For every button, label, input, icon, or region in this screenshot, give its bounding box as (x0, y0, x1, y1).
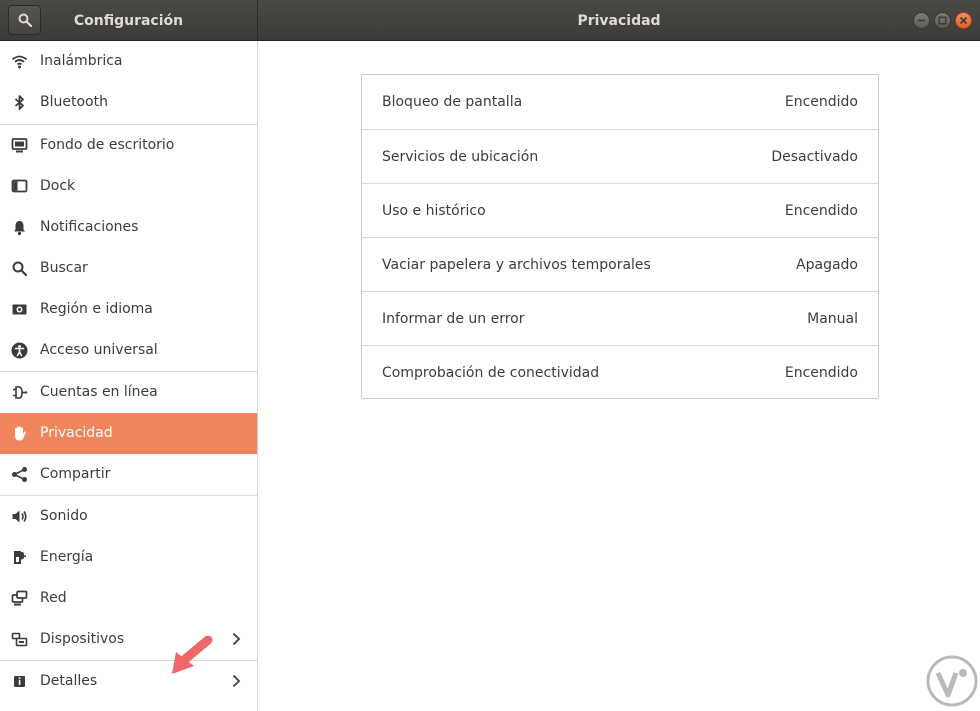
sidebar-item-label: Buscar (40, 260, 88, 276)
privacy-row-problem-reporting[interactable]: Informar de un error Manual (362, 292, 878, 346)
sidebar-item-dock[interactable]: Dock (0, 166, 257, 207)
setting-label: Vaciar papelera y archivos temporales (382, 257, 651, 273)
setting-value: Encendido (784, 203, 858, 219)
setting-value: Encendido (784, 94, 858, 110)
sidebar-item-label: Dispositivos (40, 631, 125, 647)
search-icon (11, 260, 28, 277)
minimize-icon (918, 19, 925, 22)
sidebar-item-label: Privacidad (40, 425, 113, 441)
sidebar-item-sonido[interactable]: Sonido (0, 496, 257, 537)
setting-value: Encendido (784, 365, 858, 381)
wallpaper-icon (11, 137, 28, 154)
privacy-row-location-services[interactable]: Servicios de ubicación Desactivado (362, 130, 878, 184)
setting-value: Desactivado (771, 149, 858, 165)
sidebar-item-label: Red (40, 590, 67, 606)
sidebar-item-detalles[interactable]: Detalles (0, 661, 257, 702)
privacy-row-purge-trash[interactable]: Vaciar papelera y archivos temporales Ap… (362, 238, 878, 292)
online-accounts-icon (11, 384, 28, 401)
setting-label: Informar de un error (382, 311, 525, 327)
panel-title: Privacidad (577, 12, 661, 29)
sidebar-item-label: Bluetooth (40, 94, 108, 110)
sidebar-item-label: Detalles (40, 673, 98, 689)
minimize-button[interactable] (913, 12, 930, 29)
sidebar-item-acceso-universal[interactable]: Acceso universal (0, 330, 257, 371)
sidebar-item-bluetooth[interactable]: Bluetooth (0, 82, 257, 123)
sidebar-item-fondo-de-escritorio[interactable]: Fondo de escritorio (0, 125, 257, 166)
sidebar-item-buscar[interactable]: Buscar (0, 248, 257, 289)
devices-icon (11, 631, 28, 648)
info-icon (11, 673, 28, 690)
setting-label: Servicios de ubicación (382, 149, 539, 165)
privacy-row-usage-history[interactable]: Uso e histórico Encendido (362, 184, 878, 238)
bluetooth-icon (11, 94, 28, 111)
sidebar-item-region-e-idioma[interactable]: Región e idioma (0, 289, 257, 330)
sidebar-item-privacidad[interactable]: Privacidad (0, 413, 257, 454)
sidebar-item-label: Acceso universal (40, 342, 158, 358)
sidebar-item-compartir[interactable]: Compartir (0, 454, 257, 495)
app-title: Configuración (73, 12, 184, 29)
close-button[interactable] (955, 12, 972, 29)
sidebar-item-label: Inalámbrica (40, 53, 123, 69)
chevron-right-icon (232, 632, 241, 646)
region-icon (11, 301, 28, 318)
privacy-row-connectivity-checking[interactable]: Comprobación de conectividad Encendido (362, 346, 878, 400)
sidebar-item-inalambrica[interactable]: Inalámbrica (0, 41, 257, 82)
privacy-settings-list: Bloqueo de pantalla Encendido Servicios … (361, 74, 879, 399)
watermark-logo-icon (926, 655, 978, 707)
power-icon (11, 549, 28, 566)
sidebar-item-notificaciones[interactable]: Notificaciones (0, 207, 257, 248)
setting-value: Manual (807, 311, 858, 327)
sidebar-item-energia[interactable]: Energía (0, 537, 257, 578)
share-icon (11, 466, 28, 483)
maximize-icon (938, 16, 947, 25)
setting-value: Apagado (796, 257, 858, 273)
sidebar-item-label: Dock (40, 178, 76, 194)
sidebar-item-label: Sonido (40, 508, 88, 524)
setting-label: Comprobación de conectividad (382, 365, 600, 381)
wifi-icon (11, 53, 28, 70)
sidebar-item-label: Cuentas en línea (40, 384, 158, 400)
sidebar-item-label: Región e idioma (40, 301, 153, 317)
maximize-button[interactable] (934, 12, 951, 29)
network-icon (11, 590, 28, 607)
speaker-icon (11, 508, 28, 525)
annotation-arrow-icon (172, 636, 213, 674)
sidebar-item-red[interactable]: Red (0, 578, 257, 619)
sidebar-item-label: Energía (40, 549, 94, 565)
sidebar-item-cuentas-en-linea[interactable]: Cuentas en línea (0, 372, 257, 413)
sidebar-item-label: Notificaciones (40, 219, 139, 235)
setting-label: Uso e histórico (382, 203, 486, 219)
header-bar: Configuración Privacidad (0, 0, 980, 41)
setting-label: Bloqueo de pantalla (382, 94, 523, 110)
privacy-row-screen-lock[interactable]: Bloqueo de pantalla Encendido (362, 75, 878, 129)
bell-icon (11, 219, 28, 236)
privacy-panel: Bloqueo de pantalla Encendido Servicios … (258, 41, 980, 711)
sidebar-item-dispositivos[interactable]: Dispositivos (0, 619, 257, 660)
close-icon (959, 16, 968, 25)
hand-icon (11, 425, 28, 442)
accessibility-icon (11, 342, 28, 359)
sidebar: Inalámbrica Bluetooth Fondo de escritori… (0, 41, 257, 711)
dock-icon (11, 178, 28, 195)
sidebar-item-label: Compartir (40, 466, 111, 482)
chevron-right-icon (232, 674, 241, 688)
sidebar-item-label: Fondo de escritorio (40, 137, 175, 153)
